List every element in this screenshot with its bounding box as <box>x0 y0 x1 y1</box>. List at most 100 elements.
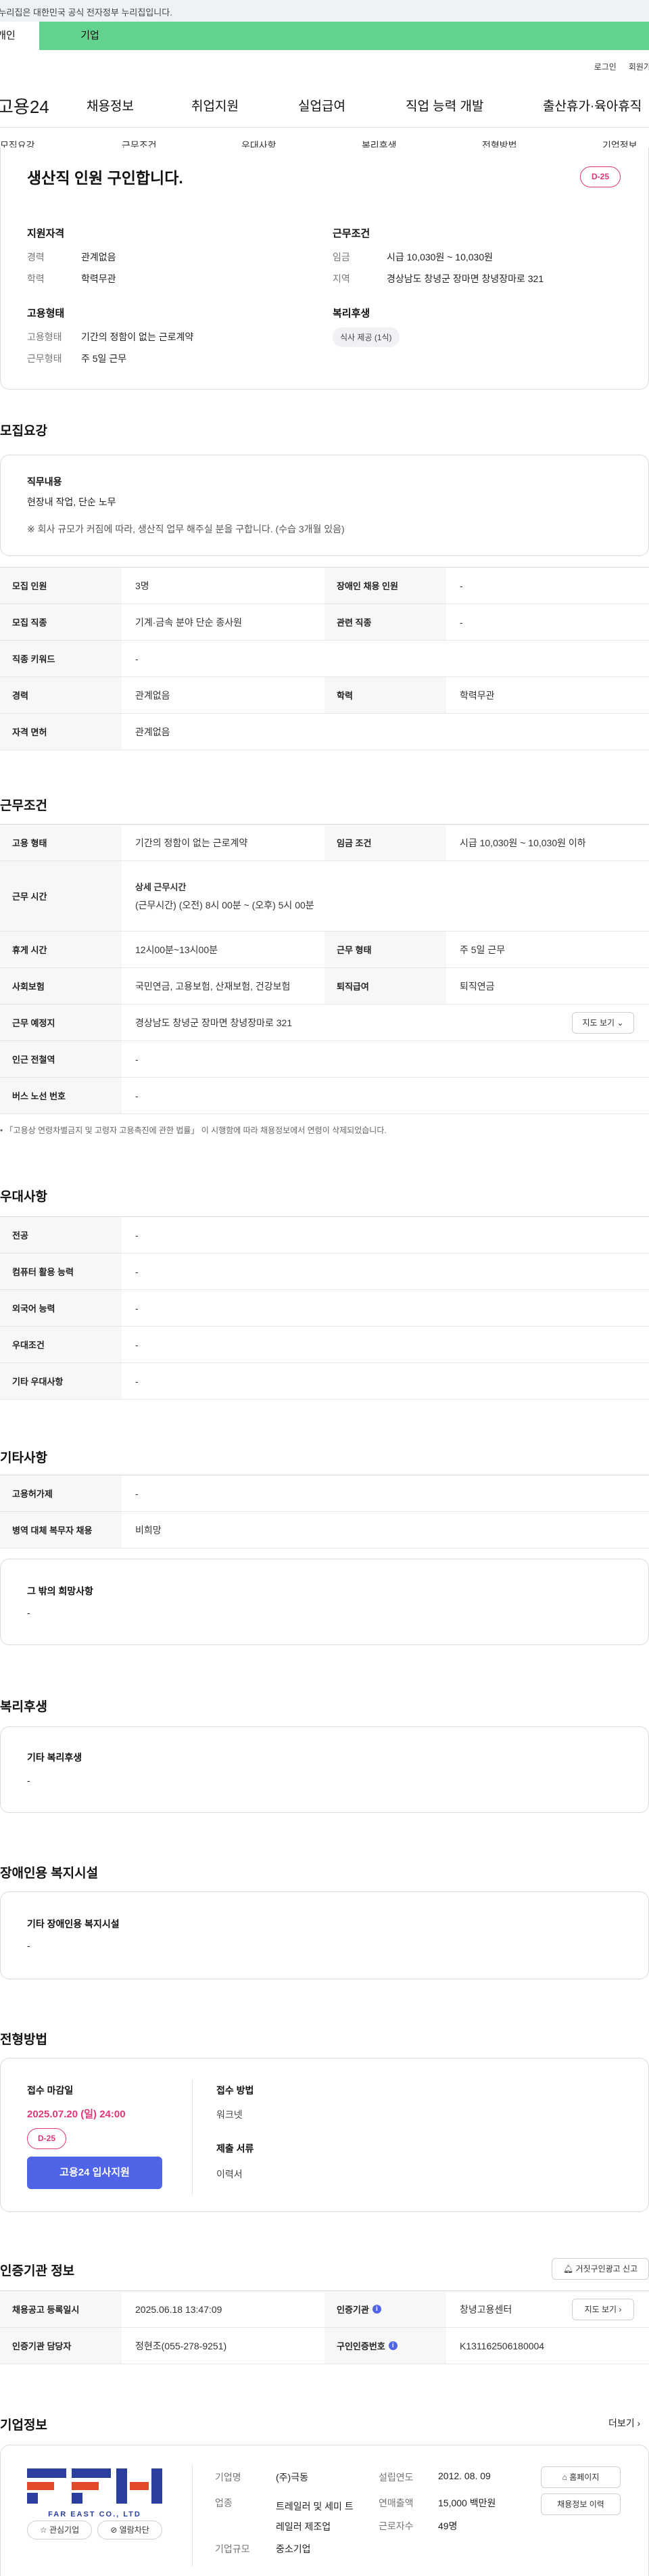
table-header: 퇴직급여 <box>324 968 446 1004</box>
table-cell: - <box>135 1302 139 1314</box>
table-cell: 3명 <box>135 580 149 591</box>
section-heading-conditions: 근무조건 <box>0 799 47 813</box>
section-heading-disability: 장애인용 복지시설 <box>0 1866 99 1881</box>
table-row: 사회보험 국민연금, 고용보험, 산재보험, 건강보험 퇴직급여 퇴직연금 <box>0 968 649 1005</box>
apply-button[interactable]: 고용24 입사지원 <box>27 2157 162 2189</box>
emp-label: 근무형태 <box>27 353 62 364</box>
logo[interactable]: 고용24 <box>0 93 49 118</box>
table-header: 근무 시간 <box>0 861 122 931</box>
info-icon[interactable]: i <box>388 2341 398 2350</box>
table-row: 외국어 능력 - <box>0 1290 649 1327</box>
table-header: 관련 직종 <box>324 604 446 640</box>
divider <box>0 127 649 128</box>
table-cell: 경상남도 창녕군 장마면 창녕장마로 321 <box>135 1017 293 1028</box>
gnb-item-benefit[interactable]: 실업급여 <box>298 96 345 114</box>
table-cell: - <box>135 1053 139 1065</box>
favorite-button[interactable]: ☆ 관심기업 <box>27 2521 92 2539</box>
company-info-value: 15,000 백만원 <box>438 2498 496 2508</box>
emp-value: 주 5일 근무 <box>81 353 127 364</box>
conditions-table: 고용 형태 기간의 정함이 없는 근로계약 임금 조건 시급 10,030원 ~… <box>0 824 649 1114</box>
table-row: 버스 노선 번호 - <box>0 1078 649 1114</box>
user-type-tabs: 개인 기업 <box>0 22 649 50</box>
table-row: 인근 전철역 - <box>0 1041 649 1078</box>
table-cell: 관계없음 <box>135 726 170 737</box>
report-button[interactable]: 🔔︎ 거짓구인광고 신고 <box>552 2258 649 2280</box>
agency-table: 채용공고 등록일시 2025.06.18 13:47:09 인증기관 i 창녕고용… <box>0 2291 649 2364</box>
table-header: 병역 대체 복무자 채용 <box>0 1512 122 1548</box>
table-header: 기타 우대사항 <box>0 1363 122 1399</box>
history-button[interactable]: 채용정보 이력 <box>541 2493 621 2515</box>
table-row: 휴게 시간 12시00분~13시00분 근무 형태 주 5일 근무 <box>0 932 649 968</box>
table-cell: 학력무관 <box>460 689 495 701</box>
dday-badge: D-25 <box>27 2128 66 2149</box>
star-icon: ☆ <box>39 2525 47 2535</box>
table-row: 우대조건 - <box>0 1327 649 1363</box>
table-row: 병역 대체 복무자 채용 비희망 <box>0 1512 649 1548</box>
block-button[interactable]: ⊘ 열람차단 <box>97 2521 162 2539</box>
more-link[interactable]: 더보기 › <box>608 2416 640 2430</box>
table-cell: - <box>135 1229 139 1241</box>
section-heading-etc: 기타사항 <box>0 1451 47 1465</box>
table-cell: - <box>460 616 463 628</box>
work-label: 지역 <box>333 273 350 284</box>
job-title: 생산직 인원 구인합니다. <box>27 169 183 187</box>
table-row: 고용 형태 기간의 정함이 없는 근로계약 임금 조건 시급 10,030원 ~… <box>0 825 649 861</box>
table-cell: 창녕고용센터 <box>460 2303 512 2315</box>
section-heading-agency: 인증기관 정보 <box>0 2264 75 2278</box>
login-link[interactable]: 로그인 <box>594 62 617 72</box>
company-info-label: 연매출액 <box>379 2498 414 2508</box>
info-icon[interactable]: i <box>372 2305 381 2314</box>
qual-label: 학력 <box>27 273 45 284</box>
homepage-button[interactable]: ⌂ 홈페이지 <box>541 2466 621 2488</box>
disability-box <box>0 1891 649 1979</box>
deadline-label: 접수 마감일 <box>27 2085 74 2096</box>
gnb-item-leave[interactable]: 출산휴가·육아휴직 <box>543 96 642 114</box>
table-cell: 관계없음 <box>135 689 170 701</box>
table-cell: 시급 10,030원 ~ 10,030원 이하 <box>460 837 586 848</box>
table-header: 전공 <box>0 1217 122 1253</box>
gnb-item-support[interactable]: 취업지원 <box>191 96 239 114</box>
table-header: 인증기관 담당자 <box>0 2328 122 2364</box>
age-note: • 「고용상 연령차별금지 및 고령자 고용촉진에 관한 법률」 이 시행함에 … <box>0 1126 387 1135</box>
preference-table: 전공 - 컴퓨터 활용 능력 - 외국어 능력 - 우대조건 - 기타 우대사항 - <box>0 1216 649 1400</box>
work-hours-subtitle: 상세 근무시간 <box>135 882 187 892</box>
util-nav: 로그인 회원가입 <box>582 61 649 72</box>
table-header: 모집 직종 <box>0 604 122 640</box>
duty-title: 직무내용 <box>27 476 62 487</box>
table-row: 근무 시간 상세 근무시간 (근무시간) (오전) 8시 00분 ~ (오후) … <box>0 861 649 932</box>
tab-individual[interactable]: 개인 <box>0 22 39 50</box>
emp-value: 기간의 정함이 없는 근로계약 <box>81 331 194 342</box>
tab-company[interactable]: 기업 <box>70 22 110 50</box>
gov-banner-text: 이 누리집은 대한민국 공식 전자정부 누리집입니다. <box>0 7 172 18</box>
section-heading-recruit: 모집요강 <box>0 424 47 438</box>
method-label: 접수 방법 <box>216 2085 254 2096</box>
table-header: 근무 예정지 <box>0 1005 122 1040</box>
gnb-item-training[interactable]: 직업 능력 개발 <box>406 96 483 114</box>
disability-box-value: - <box>27 1940 30 1951</box>
table-row: 근무 예정지 경상남도 창녕군 장마면 창녕장마로 321 지도 보기 ⌄ <box>0 1005 649 1041</box>
table-cell: 비희망 <box>135 1524 162 1536</box>
table-cell: 정현조(055-278-9251) <box>135 2340 227 2351</box>
table-cell: - <box>135 1266 139 1277</box>
map-view-button[interactable]: 지도 보기 ⌄ <box>572 1012 634 1034</box>
table-row: 고용허가제 - <box>0 1475 649 1512</box>
table-cell: - <box>135 1090 139 1101</box>
eye-off-icon: ⊘ <box>110 2525 118 2535</box>
duty-text: 현장내 작업, 단순 노무 <box>27 497 116 507</box>
signup-link[interactable]: 회원가입 <box>629 62 649 72</box>
table-cell: 12시00분~13시00분 <box>135 944 218 955</box>
map-view-button[interactable]: 지도 보기 › <box>572 2299 634 2320</box>
emp-label: 고용형태 <box>27 331 62 342</box>
table-header: 학력 <box>324 677 446 713</box>
company-info-label: 업종 <box>215 2498 233 2508</box>
company-info-label: 설립연도 <box>379 2472 414 2483</box>
qual-label: 경력 <box>27 252 45 262</box>
table-cell: 상세 근무시간 (근무시간) (오전) 8시 00분 ~ (오후) 5시 00분 <box>122 861 649 931</box>
table-row: 자격 면허 관계없음 <box>0 714 649 750</box>
disability-box-title: 기타 장애인용 복지시설 <box>27 1918 120 1929</box>
table-row: 전공 - <box>0 1217 649 1254</box>
emp-heading: 고용형태 <box>27 308 65 319</box>
table-cell: - <box>135 1339 139 1350</box>
gnb-item-jobs[interactable]: 채용정보 <box>87 96 134 114</box>
table-cell: - <box>135 653 139 664</box>
